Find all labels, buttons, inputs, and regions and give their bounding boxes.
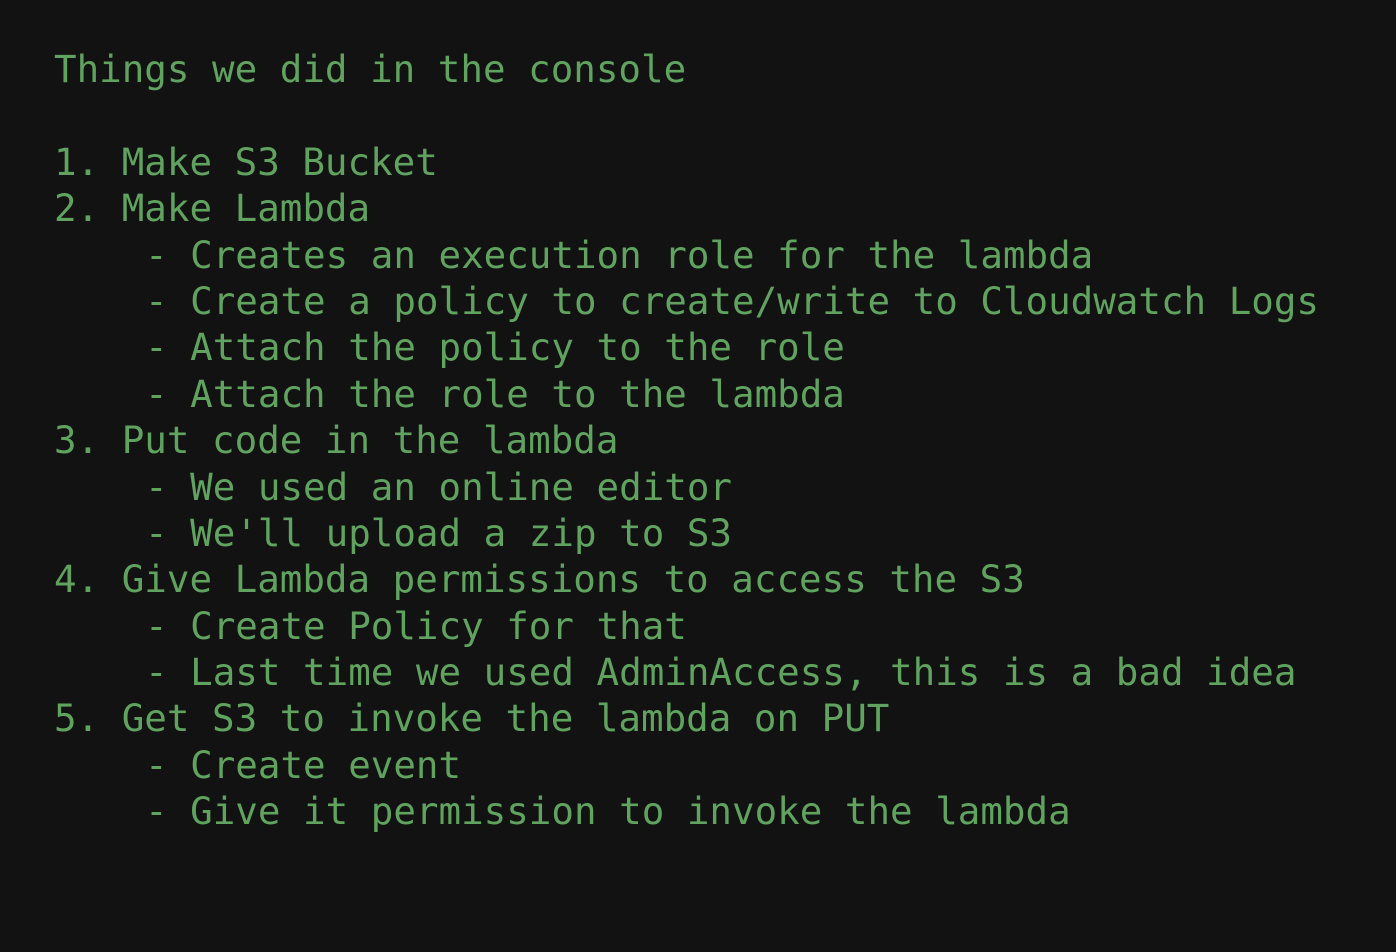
sub-list-item: - Give it permission to invoke the lambd… (145, 789, 1071, 834)
sub-list-item: - Create a policy to create/write to Clo… (145, 278, 1319, 323)
sub-list-item: - Create Policy for that (145, 603, 687, 648)
sub-list-item: - Attach the policy to the role (145, 325, 845, 370)
list-item: 5. Get S3 to invoke the lambda on PUT (54, 696, 890, 741)
list-item: 3. Put code in the lambda (54, 418, 619, 463)
list-item: 1. Make S3 Bucket (54, 139, 438, 184)
sub-list-item: - We'll upload a zip to S3 (145, 510, 732, 555)
sub-list-item: - Create event (145, 742, 462, 787)
list-item: 4. Give Lambda permissions to access the… (54, 557, 1025, 602)
sub-list-item: - Creates an execution role for the lamb… (145, 232, 1094, 277)
notes-title: Things we did in the console (54, 47, 687, 91)
sub-list-item: - We used an online editor (145, 464, 732, 509)
list-item: 2. Make Lambda (54, 186, 371, 231)
sub-list-item: - Last time we used AdminAccess, this is… (145, 650, 1297, 695)
terminal-notes: Things we did in the console 1. Make S3 … (0, 0, 1396, 952)
sub-list-item: - Attach the role to the lambda (145, 371, 845, 416)
